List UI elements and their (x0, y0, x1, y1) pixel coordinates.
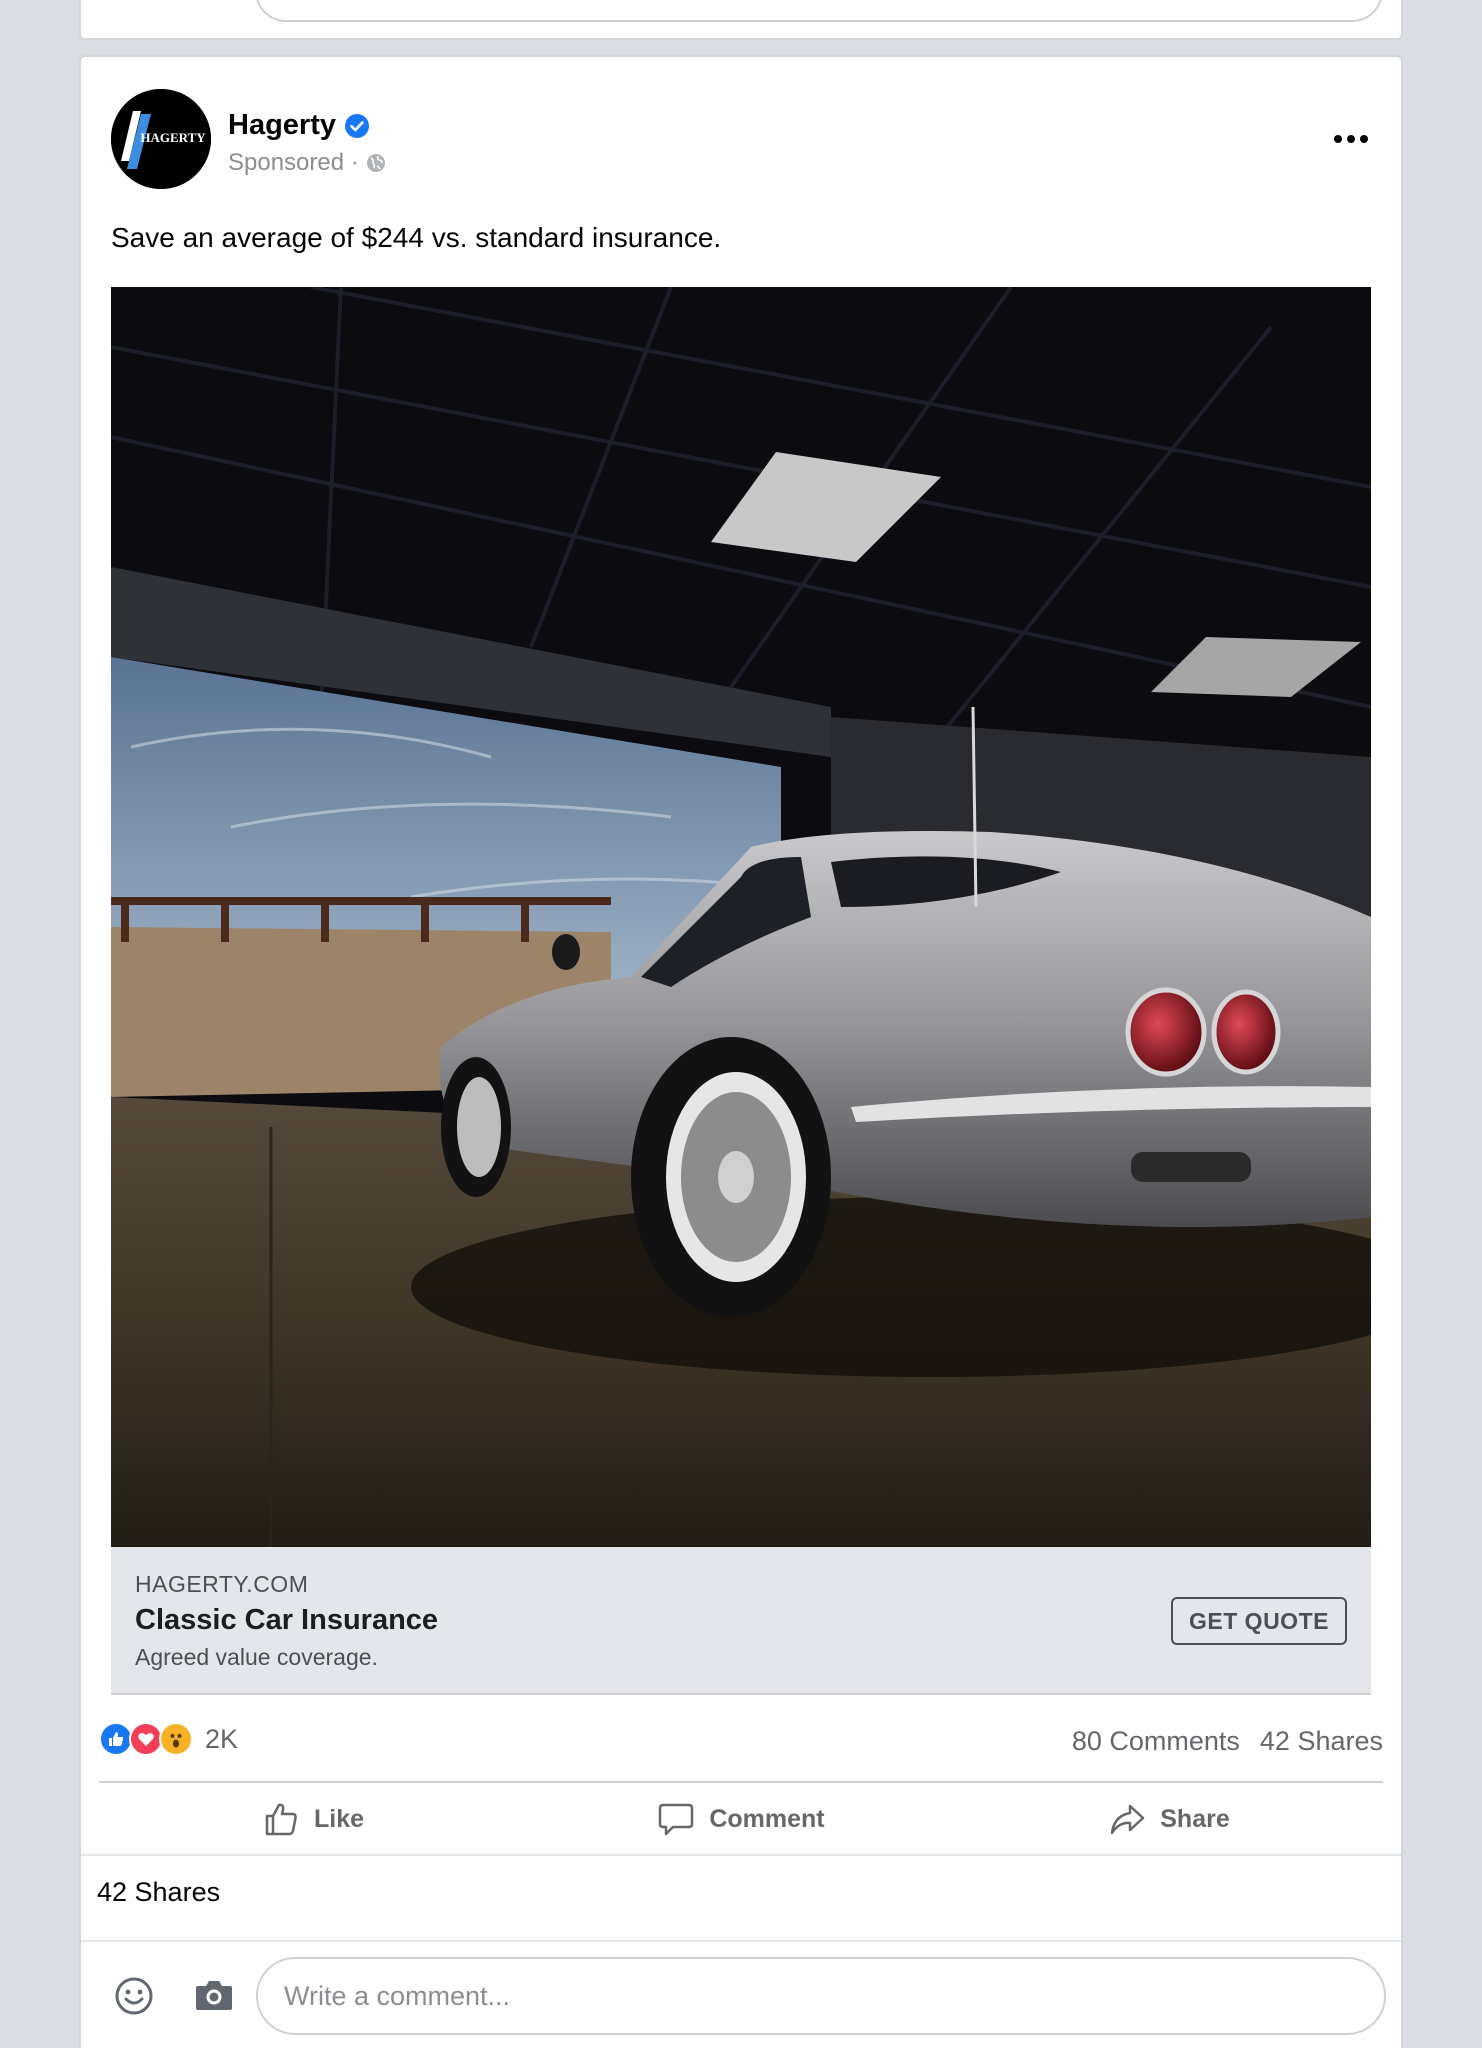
share-button[interactable]: Share (955, 1784, 1383, 1854)
love-reaction-icon (129, 1722, 163, 1756)
page-avatar[interactable]: HAGERTY (111, 89, 211, 189)
comment-input[interactable] (256, 1957, 1386, 2035)
like-button[interactable]: Like (99, 1784, 527, 1854)
link-description: Agreed value coverage. (135, 1644, 378, 1670)
divider (81, 1940, 1401, 1942)
comment-bubble-icon (659, 1803, 694, 1836)
previous-comment-input[interactable] (255, 0, 1383, 22)
verified-badge-icon (345, 114, 369, 138)
share-arrow-icon (1111, 1804, 1145, 1835)
post-stats: 80 Comments 42 Shares (1072, 1726, 1383, 1757)
comments-count[interactable]: 80 Comments (1072, 1726, 1240, 1757)
reaction-summary[interactable]: 2K (99, 1722, 238, 1756)
thumbs-up-icon (265, 1803, 297, 1836)
hagerty-logo: HAGERTY (111, 89, 211, 189)
reaction-count: 2K (205, 1723, 239, 1754)
comment-button[interactable]: Comment (527, 1784, 955, 1854)
globe-icon (366, 154, 385, 172)
more-options-button[interactable] (1323, 119, 1379, 159)
share-label: Share (1160, 1804, 1230, 1833)
like-reaction-icon (99, 1722, 133, 1756)
get-quote-button[interactable]: GET QUOTE (1171, 1597, 1347, 1645)
divider (81, 1854, 1401, 1856)
logo-text: HAGERTY (140, 130, 206, 145)
like-label: Like (313, 1804, 365, 1833)
post-meta: Sponsored · (228, 149, 387, 177)
comment-label: Comment (709, 1804, 825, 1833)
link-title: Classic Car Insurance (135, 1604, 439, 1636)
divider (99, 1781, 1383, 1783)
ad-image[interactable] (111, 287, 1371, 1547)
post-text: Save an average of $244 vs. standard ins… (111, 222, 722, 253)
page-name[interactable]: Hagerty (228, 109, 336, 142)
car-photo (111, 287, 1371, 1547)
sponsored-label[interactable]: Sponsored · (228, 149, 359, 177)
wow-reaction-icon (159, 1722, 193, 1756)
shares-summary[interactable]: 42 Shares (97, 1877, 220, 1908)
emoji-icon[interactable] (113, 1975, 155, 2017)
link-domain: HAGERTY.COM (135, 1571, 309, 1597)
camera-icon[interactable] (194, 1977, 234, 2013)
shares-count[interactable]: 42 Shares (1260, 1726, 1383, 1757)
more-horizontal-icon (1334, 135, 1342, 143)
post-actions: Like Comment Share (99, 1784, 1383, 1854)
link-preview[interactable]: HAGERTY.COM Classic Car Insurance Agreed… (111, 1547, 1371, 1695)
sponsored-post-card: HAGERTY Hagerty Sponsored · Save an aver… (79, 55, 1403, 2048)
